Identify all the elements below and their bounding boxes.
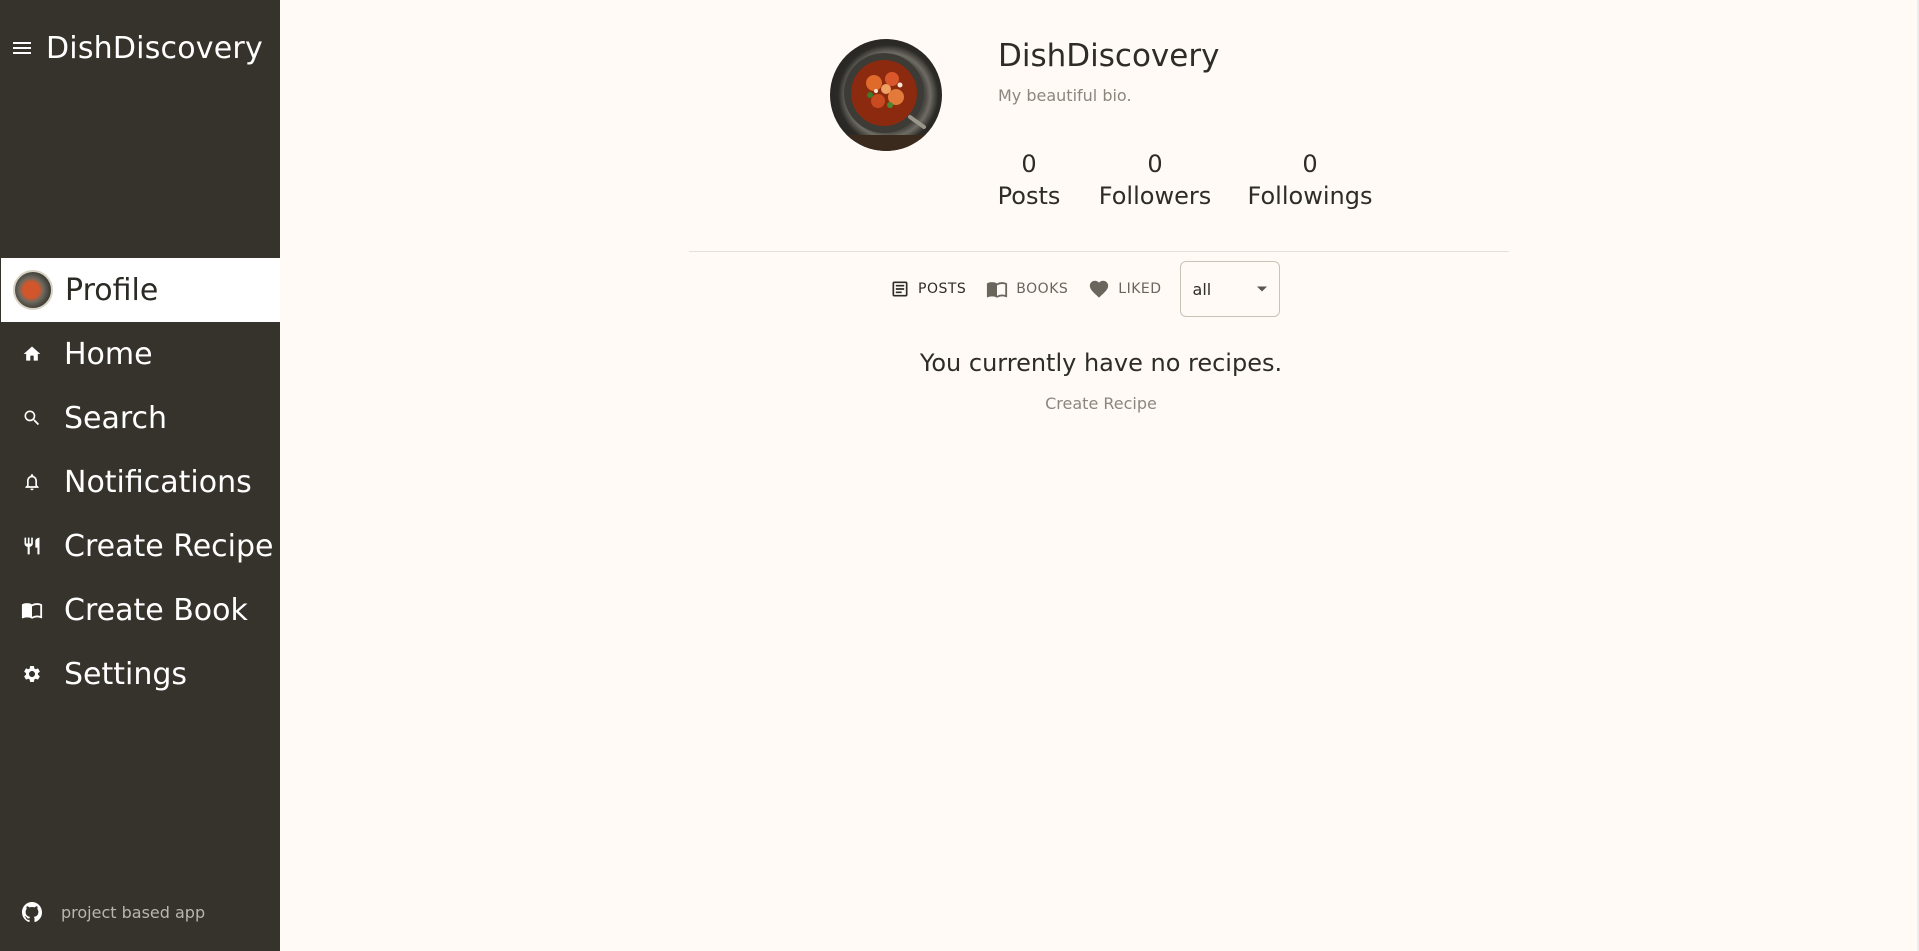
tab-books-label: BOOKS (1016, 281, 1069, 297)
sidebar-nav: Profile Home Search Notifications Create (0, 258, 280, 706)
profile-avatar-icon (1, 270, 65, 310)
home-icon (0, 344, 64, 364)
stat-followings-value: 0 (1302, 150, 1318, 178)
sidebar-item-label: Notifications (64, 464, 252, 500)
sidebar-item-label: Home (64, 336, 153, 372)
tab-posts[interactable]: POSTS (880, 265, 976, 313)
book-icon (987, 282, 1008, 298)
tab-liked-label: LIKED (1118, 281, 1162, 297)
avatar (13, 270, 53, 310)
bell-icon (0, 472, 64, 492)
sidebar-item-create-book[interactable]: Create Book (0, 578, 280, 642)
filter-select[interactable]: all (1179, 261, 1280, 317)
tab-posts-label: POSTS (918, 281, 967, 297)
sidebar-item-home[interactable]: Home (0, 322, 280, 386)
stat-posts[interactable]: 0 Posts (997, 148, 1061, 212)
sidebar-item-label: Search (64, 400, 168, 436)
heart-icon (1090, 280, 1109, 298)
stat-followers-label: Followers (1098, 182, 1212, 210)
stat-posts-value: 0 (1021, 150, 1037, 178)
create-recipe-link-label: Create Recipe (1045, 394, 1157, 413)
sidebar-item-label: Settings (64, 656, 188, 692)
profile-stats: 0 Posts 0 Followers 0 Followings (997, 148, 1373, 212)
github-link[interactable]: project based app (0, 896, 205, 928)
stat-followers-value: 0 (1147, 150, 1163, 178)
profile-tabs: POSTS BOOKS LIKED all (880, 261, 1280, 317)
main-content: DishDiscovery My beautiful bio. 0 Posts … (280, 0, 1919, 951)
brand-row: DishDiscovery (0, 26, 263, 70)
filter-select-value: all (1192, 279, 1212, 299)
sidebar-item-label: Profile (65, 272, 159, 308)
hamburger-menu-icon[interactable] (2, 40, 42, 56)
create-recipe-link[interactable]: Create Recipe (280, 394, 1919, 413)
dish-photo-image (830, 53, 942, 151)
gear-icon (0, 664, 64, 684)
stat-followings-label: Followings (1247, 182, 1373, 210)
empty-state-message: You currently have no recipes. (919, 349, 1283, 377)
stat-posts-label: Posts (997, 182, 1061, 210)
brand-title[interactable]: DishDiscovery (46, 31, 263, 66)
restaurant-icon (0, 536, 64, 556)
sidebar-item-create-recipe[interactable]: Create Recipe (0, 514, 280, 578)
stat-followers[interactable]: 0 Followers (1098, 148, 1212, 212)
profile-bio: My beautiful bio. (998, 86, 1132, 105)
sidebar-item-profile[interactable]: Profile (1, 258, 280, 322)
github-icon (0, 900, 64, 924)
article-icon (892, 281, 908, 297)
tab-books[interactable]: BOOKS (976, 265, 1078, 313)
sidebar-item-search[interactable]: Search (0, 386, 280, 450)
tab-liked[interactable]: LIKED (1078, 265, 1171, 313)
search-icon (0, 408, 64, 428)
sidebar-item-notifications[interactable]: Notifications (0, 450, 280, 514)
footer-link-label: project based app (61, 902, 206, 922)
book-icon (0, 599, 64, 621)
caret-down-icon (1256, 286, 1267, 292)
sidebar: DishDiscovery Profile Home Search Notifi… (0, 0, 280, 951)
sidebar-item-label: Create Book (64, 592, 248, 628)
profile-avatar (830, 39, 942, 151)
profile-divider (689, 251, 1509, 252)
sidebar-item-settings[interactable]: Settings (0, 642, 280, 706)
sidebar-item-label: Create Recipe (64, 528, 274, 564)
profile-name: DishDiscovery (998, 38, 1220, 74)
stat-followings[interactable]: 0 Followings (1247, 148, 1373, 212)
